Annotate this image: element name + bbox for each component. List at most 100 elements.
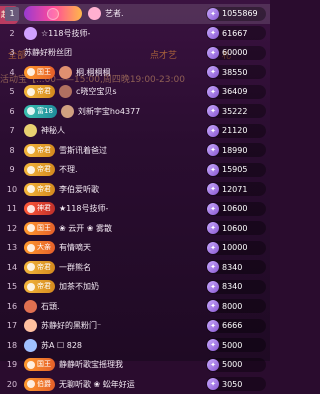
ranking-row[interactable]: 4国王桐.桐桐桐✦38550: [0, 63, 270, 83]
ranking-row[interactable]: 8帝君雪斯讯着爸过✦18990: [0, 141, 270, 161]
score-pill: ✦36409: [206, 85, 266, 99]
score-value: 5000: [222, 341, 242, 350]
score-value: 10600: [222, 224, 247, 233]
ranking-row[interactable]: 1艺者.✦1055869: [0, 4, 270, 24]
score-value: 8000: [222, 302, 242, 311]
rank-number: 15: [0, 282, 24, 291]
ranking-row[interactable]: 16石頭.✦8000: [0, 297, 270, 317]
ranking-list: 1艺者.✦10558692☆118号技师-✦616673苏静好粉丝团✦60000…: [0, 4, 270, 394]
avatar[interactable]: [24, 319, 37, 332]
ranking-row[interactable]: 20伯爵无聊听歌 ❀ 蚣年好运✦3050: [0, 375, 270, 394]
score-pill: ✦60000: [206, 46, 266, 60]
score-value: 36409: [222, 87, 247, 96]
score-pill: ✦10600: [206, 202, 266, 216]
badge-icon: [27, 166, 35, 174]
rank-number: 4: [0, 68, 24, 77]
avatar[interactable]: [24, 339, 37, 352]
score-pill: ✦8340: [206, 280, 266, 294]
coin-icon: ✦: [207, 27, 219, 39]
badge-label: 国王: [37, 358, 51, 371]
ranking-row[interactable]: 3苏静好粉丝团✦60000: [0, 43, 270, 63]
rank-badge: 国王: [24, 222, 55, 235]
score-pill: ✦1055869: [206, 7, 266, 21]
ranking-row[interactable]: 5帝君c晓空宝贝s✦36409: [0, 82, 270, 102]
badge-label: 帝君: [37, 144, 51, 157]
rank-badge: 富18: [24, 105, 57, 118]
rank-number: 12: [0, 224, 24, 233]
ranking-row[interactable]: 12国王❀ 云开 ❀ 雾散✦10600: [0, 219, 270, 239]
ranking-row[interactable]: 9帝君不理.✦15905: [0, 160, 270, 180]
ranking-row[interactable]: 10帝君李伯爱听歌✦12071: [0, 180, 270, 200]
rank-badge: 伯爵: [24, 378, 55, 391]
score-value: 3050: [222, 380, 242, 389]
ranking-row[interactable]: 15帝君加茶不加奶✦8340: [0, 277, 270, 297]
rank-number: 6: [0, 107, 24, 116]
ranking-row[interactable]: 7神秘人✦21120: [0, 121, 270, 141]
score-value: 6666: [222, 321, 242, 330]
score-pill: ✦8340: [206, 260, 266, 274]
ranking-row[interactable]: 2☆118号技师-✦61667: [0, 24, 270, 44]
score-pill: ✦35222: [206, 104, 266, 118]
badge-label: 大亲: [37, 241, 51, 254]
rank-badge: 帝君: [24, 144, 55, 157]
badge-label: 神君: [37, 202, 51, 215]
score-pill: ✦18990: [206, 143, 266, 157]
ranking-row[interactable]: 11神君★118号技师-✦10600: [0, 199, 270, 219]
rank-badge: 帝君: [24, 85, 55, 98]
avatar[interactable]: [24, 124, 37, 137]
coin-icon: ✦: [207, 300, 219, 312]
ranking-row[interactable]: 17苏静好的黑粉门⁻✦6666: [0, 316, 270, 336]
coin-icon: ✦: [207, 125, 219, 137]
ranking-row[interactable]: 13大亲有情嘀天✦10000: [0, 238, 270, 258]
ranking-row[interactable]: 19国王静静听歌宝摇理我✦5000: [0, 355, 270, 375]
avatar[interactable]: [59, 85, 72, 98]
ranking-row[interactable]: 6富18刘新宇宝ho4377✦35222: [0, 102, 270, 122]
avatar[interactable]: [59, 66, 72, 79]
coin-icon: ✦: [207, 8, 219, 20]
badge-icon: [27, 380, 35, 388]
score-value: 61667: [222, 29, 247, 38]
rank-number: 5: [0, 87, 24, 96]
coin-icon: ✦: [207, 47, 219, 59]
gem-icon: [47, 8, 59, 20]
avatar[interactable]: [24, 27, 37, 40]
badge-icon: [27, 107, 35, 115]
coin-icon: ✦: [207, 281, 219, 293]
coin-icon: ✦: [207, 183, 219, 195]
ranking-row[interactable]: 14帝君一群熊名✦8340: [0, 258, 270, 278]
rank-badge: 帝君: [24, 183, 55, 196]
score-value: 8340: [222, 282, 242, 291]
rank-badge: 神君: [24, 202, 55, 215]
badge-icon: [27, 88, 35, 96]
avatar[interactable]: [24, 300, 37, 313]
score-value: 38550: [222, 68, 247, 77]
rank-number: 3: [0, 48, 24, 57]
ranking-row[interactable]: 18苏A ☐ 828✦5000: [0, 336, 270, 356]
badge-icon: [27, 224, 35, 232]
rank-badge: 大亲: [24, 241, 55, 254]
badge-icon: [27, 185, 35, 193]
score-value: 8340: [222, 263, 242, 272]
badge-label: 帝君: [37, 280, 51, 293]
score-pill: ✦5000: [206, 338, 266, 352]
avatar[interactable]: [88, 7, 101, 20]
rank-number: 14: [0, 263, 24, 272]
score-pill: ✦21120: [206, 124, 266, 138]
rank-number: 7: [0, 126, 24, 135]
rank-badge: 帝君: [24, 163, 55, 176]
rank-number: 1: [5, 7, 19, 21]
badge-label: 帝君: [37, 183, 51, 196]
rank-number: 2: [0, 29, 24, 38]
badge-icon: [27, 146, 35, 154]
coin-icon: ✦: [207, 320, 219, 332]
badge-label: 帝君: [37, 261, 51, 274]
score-pill: ✦3050: [206, 377, 266, 391]
score-pill: ✦8000: [206, 299, 266, 313]
rank-number: 9: [0, 165, 24, 174]
avatar[interactable]: [61, 105, 74, 118]
badge-label: 富18: [37, 105, 53, 118]
score-value: 1055869: [222, 9, 258, 18]
rank-number: 20: [0, 380, 24, 389]
badge-label: 国王: [37, 66, 51, 79]
score-pill: ✦10000: [206, 241, 266, 255]
